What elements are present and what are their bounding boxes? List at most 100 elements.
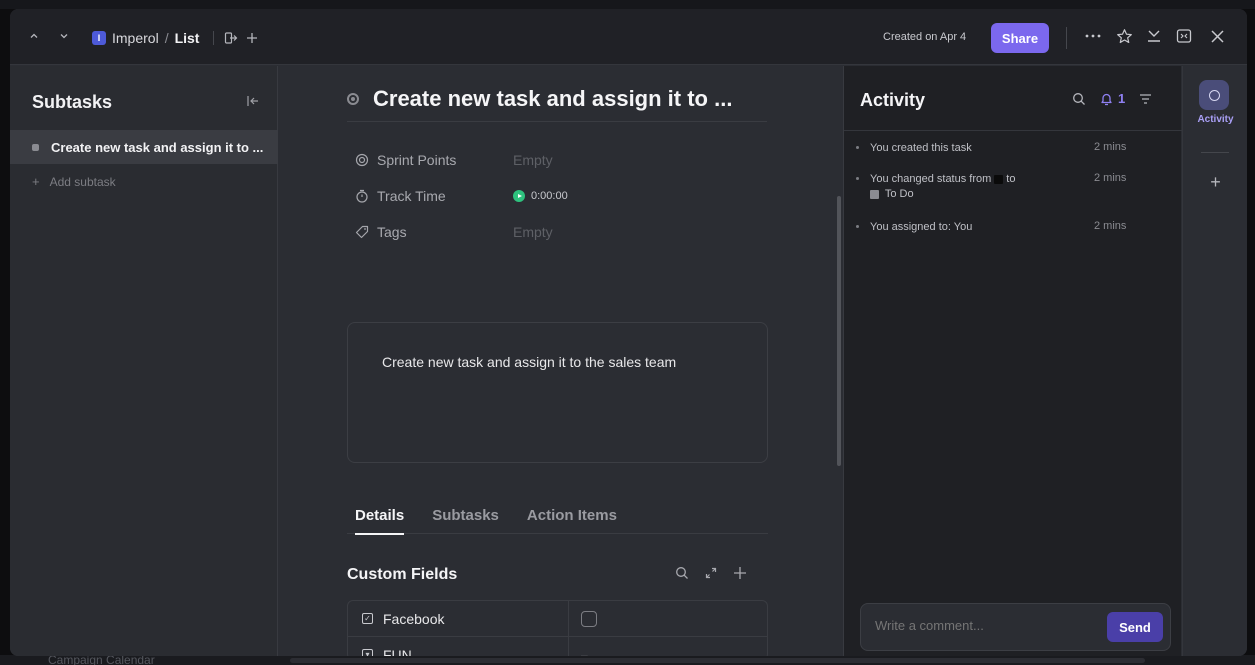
right-rail: Activity +: [1182, 66, 1247, 656]
breadcrumb-separator: /: [164, 30, 169, 46]
activity-bullet: [856, 146, 859, 149]
custom-field-label: FUN: [383, 646, 412, 657]
expand-icon[interactable]: [1174, 26, 1194, 46]
add-subtask-label: Add subtask: [49, 174, 116, 189]
field-track-time[interactable]: Track Time 0:00:00: [355, 186, 568, 206]
field-label: Sprint Points: [377, 152, 457, 168]
task-status-icon[interactable]: [347, 93, 359, 105]
tab-subtasks[interactable]: Subtasks: [432, 496, 499, 534]
sprint-points-icon: [355, 153, 369, 167]
breadcrumb-divider: [213, 31, 215, 45]
task-main-panel: Create new task and assign it to ... Spr…: [279, 66, 842, 656]
activity-to: to: [1006, 173, 1016, 185]
description-text[interactable]: Create new task and assign it to the sal…: [382, 354, 676, 370]
main-scrollbar[interactable]: [837, 196, 841, 466]
custom-fields-table: ✓ Facebook ▾ FUN –: [347, 600, 768, 656]
activity-time: 2 mins: [1094, 172, 1127, 184]
filter-icon[interactable]: [1139, 93, 1152, 105]
activity-item: You assigned to: You 2 mins: [856, 220, 1140, 235]
breadcrumb-list[interactable]: List: [175, 30, 200, 46]
activity-bullet: [856, 177, 859, 180]
title-divider: [347, 121, 767, 122]
status-swatch-black: [994, 174, 1004, 184]
stopwatch-icon: [355, 189, 369, 203]
send-button[interactable]: Send: [1107, 612, 1163, 642]
field-tags[interactable]: Tags Empty: [355, 222, 553, 242]
notification-count: 1: [1118, 91, 1126, 106]
detail-tabs: Details Subtasks Action Items: [347, 496, 768, 535]
custom-field-value[interactable]: –: [569, 637, 588, 657]
notifications-button[interactable]: 1: [1100, 91, 1125, 106]
collapse-sidebar-icon[interactable]: [246, 94, 262, 110]
add-icon[interactable]: [246, 32, 258, 44]
add-subtask-button[interactable]: + Add subtask: [32, 174, 116, 189]
tab-action-items[interactable]: Action Items: [527, 496, 617, 534]
activity-text: You changed status from to To Do: [870, 172, 1070, 202]
breadcrumb: I Imperol / List: [92, 28, 258, 48]
tab-details[interactable]: Details: [355, 496, 405, 535]
field-value[interactable]: Empty: [513, 224, 553, 240]
add-field-icon[interactable]: [733, 566, 747, 580]
activity-actor: You: [870, 221, 889, 233]
search-icon[interactable]: [675, 566, 689, 580]
custom-field-value[interactable]: [569, 601, 597, 636]
facebook-checkbox[interactable]: [581, 610, 597, 627]
field-label: Track Time: [377, 188, 446, 204]
subtask-status-icon: [32, 143, 39, 151]
rail-activity-label[interactable]: Activity: [1183, 114, 1247, 125]
activity-divider: [844, 130, 1182, 131]
task-title-row: Create new task and assign it to ...: [347, 82, 732, 116]
move-task-icon[interactable]: [224, 31, 238, 45]
activity-item: You changed status from to To Do 2 mins: [856, 172, 1140, 202]
tag-icon: [355, 225, 369, 239]
activity-message: created this task: [891, 142, 972, 154]
space-badge: I: [92, 31, 106, 45]
custom-fields-tools: [675, 566, 763, 580]
subtask-item-label: Create new task and assign it to ...: [51, 139, 264, 155]
task-topbar: I Imperol / List Created on Apr 4 Share: [10, 9, 1247, 65]
activity-item: You created this task 2 mins: [856, 141, 1140, 156]
description-editor[interactable]: Create new task and assign it to the sal…: [347, 322, 768, 463]
timer[interactable]: 0:00:00: [513, 190, 568, 202]
activity-title: Activity: [860, 90, 926, 110]
breadcrumb-space[interactable]: Imperol: [112, 30, 159, 46]
activity-message: changed status from: [891, 173, 992, 185]
activity-message: assigned to: You: [891, 221, 973, 233]
chevron-up-icon[interactable]: [24, 26, 44, 46]
subtasks-sidebar: Subtasks Create new task and assign it t…: [10, 66, 278, 656]
custom-fields-title: Custom Fields: [347, 566, 458, 583]
activity-time: 2 mins: [1094, 141, 1127, 153]
task-title[interactable]: Create new task and assign it to ...: [373, 86, 732, 112]
created-date: Created on Apr 4: [883, 31, 967, 43]
bell-icon: [1100, 92, 1113, 106]
play-icon[interactable]: [513, 190, 525, 202]
custom-field-name: ▾ FUN: [348, 637, 569, 656]
subtask-item[interactable]: Create new task and assign it to ...: [10, 130, 278, 164]
share-button[interactable]: Share: [991, 23, 1049, 53]
backdrop-list-label: Campaign Calendar: [48, 655, 155, 665]
comment-input[interactable]: [875, 618, 1075, 633]
field-value[interactable]: Empty: [513, 152, 553, 168]
close-icon[interactable]: [1207, 26, 1227, 46]
plus-icon: +: [32, 174, 40, 189]
status-swatch-gray: [870, 189, 879, 199]
expand-arrows-icon[interactable]: [705, 567, 717, 579]
field-label: Tags: [377, 224, 407, 240]
chevron-down-icon[interactable]: [54, 26, 74, 46]
field-sprint-points[interactable]: Sprint Points Empty: [355, 150, 553, 170]
backdrop-bottom: Campaign Calendar: [0, 655, 1255, 665]
activity-bullet: [856, 225, 859, 228]
backdrop-scrollbar: [290, 658, 1145, 663]
add-panel-icon[interactable]: +: [1183, 172, 1247, 193]
more-options-icon[interactable]: [1083, 26, 1103, 46]
subtasks-title: Subtasks: [32, 92, 113, 112]
activity-status: To Do: [884, 188, 914, 200]
star-icon[interactable]: [1114, 26, 1134, 46]
activity-rail-icon[interactable]: [1199, 80, 1229, 110]
activity-time: 2 mins: [1094, 220, 1127, 232]
backdrop-top: [0, 0, 1255, 9]
task-modal: I Imperol / List Created on Apr 4 Share: [10, 9, 1247, 656]
comment-box: Send: [860, 603, 1171, 651]
search-icon[interactable]: [1072, 92, 1086, 106]
minimize-icon[interactable]: [1144, 26, 1164, 46]
